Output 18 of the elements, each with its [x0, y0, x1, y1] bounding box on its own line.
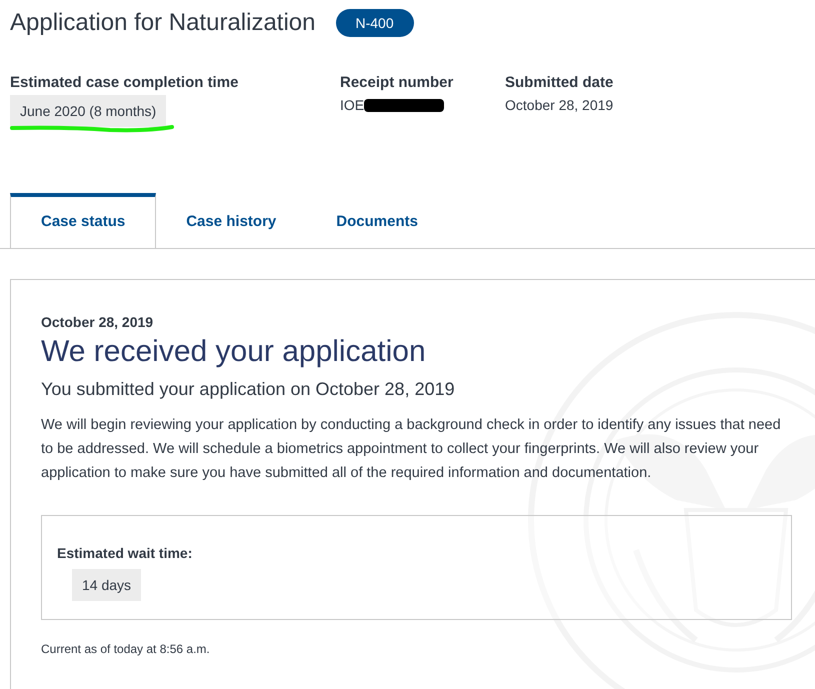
completion-chip: June 2020 (8 months) — [10, 95, 166, 127]
tab[interactable]: Documents — [306, 193, 448, 248]
status-description: We will begin reviewing your application by conducting a background check in order to identify any issues that need to be addressed. We will schedule a biometrics appointment to collect your fingerprints. We will also review your application to make sure you have submitted all of the required information and documentation. — [41, 416, 781, 483]
wait-time-chip: 14 days — [72, 569, 142, 601]
form-badge: N-400 — [336, 9, 414, 37]
status-heading: We received your application — [41, 334, 427, 370]
wait-time-label: Estimated wait time: — [57, 544, 194, 563]
summary-value: IOE — [340, 96, 364, 115]
status-subheading: You submitted your application on October 28, 2019 — [41, 378, 456, 401]
tab[interactable]: Case status — [10, 193, 156, 248]
summary-value: October 28, 2019 — [505, 96, 614, 115]
status-date: October 28, 2019 — [41, 313, 154, 331]
tab[interactable]: Case history — [156, 193, 306, 248]
summary-label: Estimated case completion time — [10, 73, 240, 93]
footnote: Current as of today at 8:56 a.m. — [41, 641, 211, 658]
page-title: Application for Naturalization — [10, 8, 316, 38]
summary-label: Submitted date — [505, 73, 614, 93]
summary-label: Receipt number — [340, 73, 454, 93]
